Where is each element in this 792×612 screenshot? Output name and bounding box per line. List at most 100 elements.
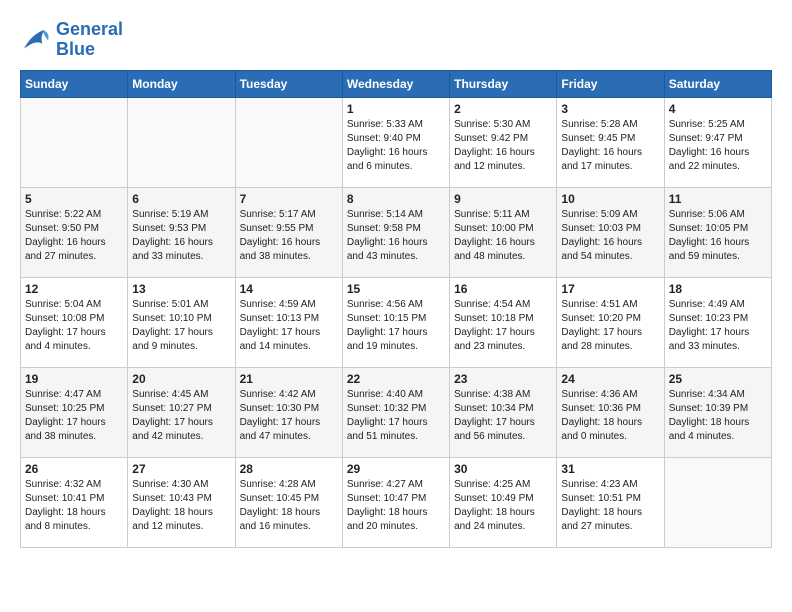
day-number: 2 bbox=[454, 102, 552, 116]
calendar-cell: 29 Sunrise: 4:27 AM Sunset: 10:47 PM Dayl… bbox=[342, 457, 449, 547]
calendar-week-row: 5 Sunrise: 5:22 AM Sunset: 9:50 PM Daylig… bbox=[21, 187, 772, 277]
calendar-cell: 10 Sunrise: 5:09 AM Sunset: 10:03 PM Dayl… bbox=[557, 187, 664, 277]
day-number: 3 bbox=[561, 102, 659, 116]
calendar-cell: 23 Sunrise: 4:38 AM Sunset: 10:34 PM Dayl… bbox=[450, 367, 557, 457]
calendar-cell: 28 Sunrise: 4:28 AM Sunset: 10:45 PM Dayl… bbox=[235, 457, 342, 547]
day-content: Sunrise: 5:25 AM Sunset: 9:47 PM Dayligh… bbox=[669, 118, 767, 174]
day-number: 27 bbox=[132, 462, 230, 476]
logo: General Blue bbox=[20, 20, 123, 60]
day-number: 16 bbox=[454, 282, 552, 296]
day-number: 14 bbox=[240, 282, 338, 296]
day-content: Sunrise: 4:27 AM Sunset: 10:47 PM Daylig… bbox=[347, 478, 445, 534]
calendar-header-sunday: Sunday bbox=[21, 70, 128, 97]
day-content: Sunrise: 4:45 AM Sunset: 10:27 PM Daylig… bbox=[132, 388, 230, 444]
calendar-cell: 16 Sunrise: 4:54 AM Sunset: 10:18 PM Dayl… bbox=[450, 277, 557, 367]
calendar-cell: 1 Sunrise: 5:33 AM Sunset: 9:40 PM Daylig… bbox=[342, 97, 449, 187]
calendar-cell: 30Sunrise: 4:25 AM Sunset: 10:49 PM Dayl… bbox=[450, 457, 557, 547]
calendar-cell: 26Sunrise: 4:32 AM Sunset: 10:41 PM Dayl… bbox=[21, 457, 128, 547]
calendar-cell: 22 Sunrise: 4:40 AM Sunset: 10:32 PM Dayl… bbox=[342, 367, 449, 457]
day-content: Sunrise: 4:30 AM Sunset: 10:43 PM Daylig… bbox=[132, 478, 230, 534]
calendar-cell bbox=[235, 97, 342, 187]
day-number: 29 bbox=[347, 462, 445, 476]
calendar-cell: 21 Sunrise: 4:42 AM Sunset: 10:30 PM Dayl… bbox=[235, 367, 342, 457]
day-content: Sunrise: 5:28 AM Sunset: 9:45 PM Dayligh… bbox=[561, 118, 659, 174]
day-number: 23 bbox=[454, 372, 552, 386]
day-number: 28 bbox=[240, 462, 338, 476]
day-content: Sunrise: 5:01 AM Sunset: 10:10 PM Daylig… bbox=[132, 298, 230, 354]
calendar-cell: 13 Sunrise: 5:01 AM Sunset: 10:10 PM Dayl… bbox=[128, 277, 235, 367]
calendar-cell: 25 Sunrise: 4:34 AM Sunset: 10:39 PM Dayl… bbox=[664, 367, 771, 457]
day-content: Sunrise: 4:59 AM Sunset: 10:13 PM Daylig… bbox=[240, 298, 338, 354]
day-number: 13 bbox=[132, 282, 230, 296]
calendar-cell: 27 Sunrise: 4:30 AM Sunset: 10:43 PM Dayl… bbox=[128, 457, 235, 547]
calendar-cell: 19 Sunrise: 4:47 AM Sunset: 10:25 PM Dayl… bbox=[21, 367, 128, 457]
day-number: 8 bbox=[347, 192, 445, 206]
day-number: 15 bbox=[347, 282, 445, 296]
calendar-cell: 5 Sunrise: 5:22 AM Sunset: 9:50 PM Daylig… bbox=[21, 187, 128, 277]
calendar-cell: 20 Sunrise: 4:45 AM Sunset: 10:27 PM Dayl… bbox=[128, 367, 235, 457]
day-number: 18 bbox=[669, 282, 767, 296]
day-content: Sunrise: 4:40 AM Sunset: 10:32 PM Daylig… bbox=[347, 388, 445, 444]
day-number: 25 bbox=[669, 372, 767, 386]
calendar-cell: 11Sunrise: 5:06 AM Sunset: 10:05 PM Dayl… bbox=[664, 187, 771, 277]
calendar-header-friday: Friday bbox=[557, 70, 664, 97]
day-number: 31 bbox=[561, 462, 659, 476]
day-number: 30 bbox=[454, 462, 552, 476]
day-content: Sunrise: 4:54 AM Sunset: 10:18 PM Daylig… bbox=[454, 298, 552, 354]
day-content: Sunrise: 4:38 AM Sunset: 10:34 PM Daylig… bbox=[454, 388, 552, 444]
calendar-header-saturday: Saturday bbox=[664, 70, 771, 97]
day-number: 6 bbox=[132, 192, 230, 206]
day-number: 24 bbox=[561, 372, 659, 386]
day-number: 19 bbox=[25, 372, 123, 386]
calendar-table: SundayMondayTuesdayWednesdayThursdayFrid… bbox=[20, 70, 772, 548]
calendar-cell: 31 Sunrise: 4:23 AM Sunset: 10:51 PM Dayl… bbox=[557, 457, 664, 547]
day-number: 4 bbox=[669, 102, 767, 116]
day-number: 5 bbox=[25, 192, 123, 206]
day-content: Sunrise: 4:56 AM Sunset: 10:15 PM Daylig… bbox=[347, 298, 445, 354]
calendar-cell: 18Sunrise: 4:49 AM Sunset: 10:23 PM Dayl… bbox=[664, 277, 771, 367]
day-content: Sunrise: 5:04 AM Sunset: 10:08 PM Daylig… bbox=[25, 298, 123, 354]
day-content: Sunrise: 5:33 AM Sunset: 9:40 PM Dayligh… bbox=[347, 118, 445, 174]
calendar-cell: 3 Sunrise: 5:28 AM Sunset: 9:45 PM Daylig… bbox=[557, 97, 664, 187]
day-number: 20 bbox=[132, 372, 230, 386]
calendar-cell: 8 Sunrise: 5:14 AM Sunset: 9:58 PM Daylig… bbox=[342, 187, 449, 277]
day-content: Sunrise: 4:42 AM Sunset: 10:30 PM Daylig… bbox=[240, 388, 338, 444]
calendar-cell: 24 Sunrise: 4:36 AM Sunset: 10:36 PM Dayl… bbox=[557, 367, 664, 457]
day-number: 21 bbox=[240, 372, 338, 386]
day-content: Sunrise: 4:23 AM Sunset: 10:51 PM Daylig… bbox=[561, 478, 659, 534]
day-content: Sunrise: 4:28 AM Sunset: 10:45 PM Daylig… bbox=[240, 478, 338, 534]
day-number: 1 bbox=[347, 102, 445, 116]
day-content: Sunrise: 4:51 AM Sunset: 10:20 PM Daylig… bbox=[561, 298, 659, 354]
day-number: 12 bbox=[25, 282, 123, 296]
day-content: Sunrise: 5:22 AM Sunset: 9:50 PM Dayligh… bbox=[25, 208, 123, 264]
day-content: Sunrise: 5:09 AM Sunset: 10:03 PM Daylig… bbox=[561, 208, 659, 264]
calendar-header-row: SundayMondayTuesdayWednesdayThursdayFrid… bbox=[21, 70, 772, 97]
day-number: 10 bbox=[561, 192, 659, 206]
calendar-header-monday: Monday bbox=[128, 70, 235, 97]
day-content: Sunrise: 5:17 AM Sunset: 9:55 PM Dayligh… bbox=[240, 208, 338, 264]
calendar-header-tuesday: Tuesday bbox=[235, 70, 342, 97]
logo-text: General Blue bbox=[56, 20, 123, 60]
day-content: Sunrise: 4:47 AM Sunset: 10:25 PM Daylig… bbox=[25, 388, 123, 444]
calendar-cell: 15 Sunrise: 4:56 AM Sunset: 10:15 PM Dayl… bbox=[342, 277, 449, 367]
calendar-week-row: 19 Sunrise: 4:47 AM Sunset: 10:25 PM Dayl… bbox=[21, 367, 772, 457]
day-content: Sunrise: 4:34 AM Sunset: 10:39 PM Daylig… bbox=[669, 388, 767, 444]
day-content: Sunrise: 5:19 AM Sunset: 9:53 PM Dayligh… bbox=[132, 208, 230, 264]
day-content: Sunrise: 5:30 AM Sunset: 9:42 PM Dayligh… bbox=[454, 118, 552, 174]
calendar-cell bbox=[128, 97, 235, 187]
calendar-week-row: 12 Sunrise: 5:04 AM Sunset: 10:08 PM Dayl… bbox=[21, 277, 772, 367]
day-number: 9 bbox=[454, 192, 552, 206]
calendar-header-thursday: Thursday bbox=[450, 70, 557, 97]
calendar-cell: 12 Sunrise: 5:04 AM Sunset: 10:08 PM Dayl… bbox=[21, 277, 128, 367]
day-number: 17 bbox=[561, 282, 659, 296]
calendar-cell bbox=[664, 457, 771, 547]
calendar-cell: 17 Sunrise: 4:51 AM Sunset: 10:20 PM Dayl… bbox=[557, 277, 664, 367]
calendar-header-wednesday: Wednesday bbox=[342, 70, 449, 97]
calendar-cell: 9Sunrise: 5:11 AM Sunset: 10:00 PM Dayli… bbox=[450, 187, 557, 277]
calendar-cell: 14 Sunrise: 4:59 AM Sunset: 10:13 PM Dayl… bbox=[235, 277, 342, 367]
day-number: 22 bbox=[347, 372, 445, 386]
calendar-cell: 7Sunrise: 5:17 AM Sunset: 9:55 PM Daylig… bbox=[235, 187, 342, 277]
page-header: General Blue bbox=[20, 20, 772, 60]
day-content: Sunrise: 4:36 AM Sunset: 10:36 PM Daylig… bbox=[561, 388, 659, 444]
day-content: Sunrise: 5:14 AM Sunset: 9:58 PM Dayligh… bbox=[347, 208, 445, 264]
